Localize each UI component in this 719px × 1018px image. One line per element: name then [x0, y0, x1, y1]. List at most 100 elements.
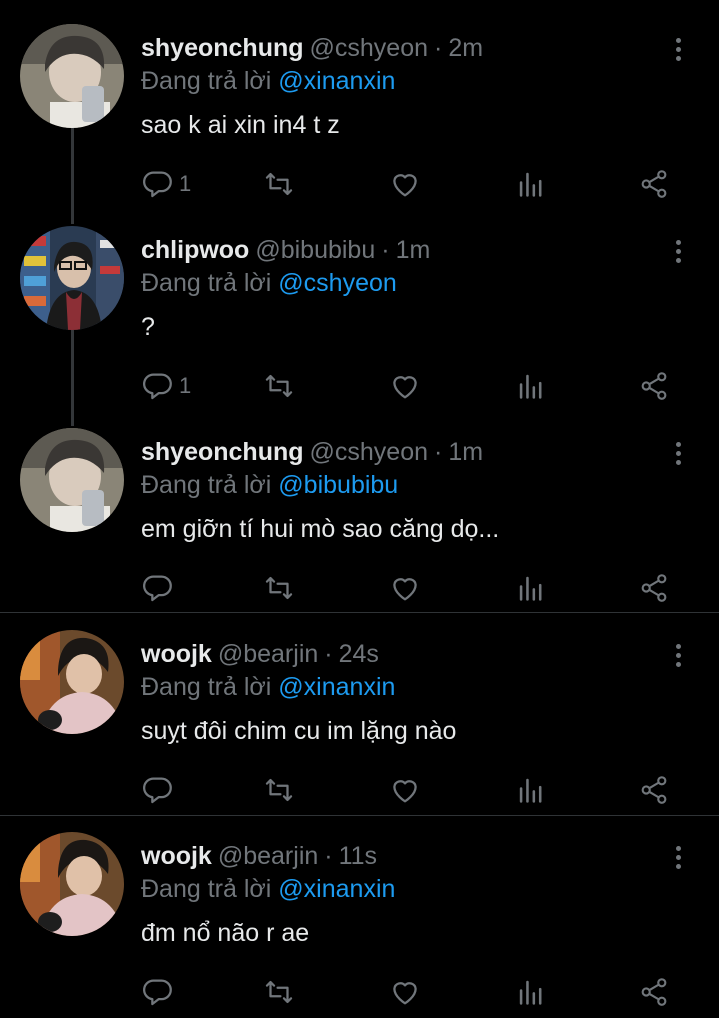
views-icon [519, 576, 542, 601]
avatar[interactable] [20, 630, 124, 734]
tweet[interactable]: shyeonchung @cshyeon · 2m Đang trả lời @… [0, 24, 719, 204]
tweet[interactable]: woojk @bearjin · 24s Đang trả lời @xinan… [0, 630, 719, 810]
views-button[interactable] [514, 568, 548, 608]
mention-link[interactable]: @xinanxin [278, 67, 395, 95]
separator-dot: · [324, 842, 333, 870]
avatar-image [20, 630, 124, 734]
more-vertical-icon[interactable] [668, 638, 688, 672]
username[interactable]: @cshyeon [310, 30, 429, 66]
share-button[interactable] [637, 770, 671, 810]
share-icon [641, 776, 667, 804]
timestamp[interactable]: 2m [448, 30, 483, 66]
share-button[interactable] [637, 972, 671, 1012]
like-button[interactable] [388, 568, 422, 608]
tweet-actions [0, 770, 719, 810]
display-name[interactable]: woojk [141, 838, 212, 874]
separator-dot: · [434, 34, 443, 62]
username[interactable]: @cshyeon [310, 434, 429, 470]
replying-to-label: Đang trả lời [141, 471, 272, 499]
more-vertical-icon[interactable] [668, 840, 688, 874]
avatar[interactable] [20, 832, 124, 936]
retweet-button[interactable] [262, 770, 296, 810]
tweet-actions: 1 [0, 366, 719, 406]
retweet-button[interactable] [262, 972, 296, 1012]
reply-timeline: shyeonchung @cshyeon · 2m Đang trả lời @… [0, 0, 719, 1018]
share-icon [641, 170, 667, 198]
share-icon [641, 978, 667, 1006]
timestamp[interactable]: 1m [396, 232, 431, 268]
views-icon [519, 374, 542, 399]
replying-to-label: Đang trả lời [141, 67, 272, 95]
tweet[interactable]: woojk @bearjin · 11s Đang trả lời @xinan… [0, 832, 719, 1012]
mention-link[interactable]: @bibubibu [278, 471, 398, 499]
retweet-button[interactable] [262, 366, 296, 406]
replying-to: Đang trả lời @xinanxin [141, 872, 395, 906]
retweet-icon [265, 374, 293, 398]
username[interactable]: @bearjin [218, 838, 318, 874]
tweet-actions: 1 [0, 164, 719, 204]
display-name[interactable]: chlipwoo [141, 232, 249, 268]
retweet-icon [265, 980, 293, 1004]
reply-icon [143, 777, 172, 804]
retweet-button[interactable] [262, 164, 296, 204]
like-button[interactable] [388, 770, 422, 810]
reply-button[interactable]: 1 [141, 366, 191, 406]
retweet-button[interactable] [262, 568, 296, 608]
more-vertical-icon[interactable] [668, 32, 688, 66]
display-name[interactable]: woojk [141, 636, 212, 672]
separator-dot: · [324, 640, 333, 668]
tweet-text: suỵt đôi chim cu im lặng nào [141, 717, 457, 745]
separator-dot: · [434, 438, 443, 466]
tweet-header: shyeonchung @cshyeon · 1m [141, 434, 483, 470]
tweet-actions [0, 972, 719, 1012]
separator-dot: · [381, 236, 390, 264]
timestamp[interactable]: 24s [339, 636, 379, 672]
more-vertical-icon[interactable] [668, 436, 688, 470]
views-button[interactable] [514, 770, 548, 810]
replying-to-label: Đang trả lời [141, 673, 272, 701]
share-button[interactable] [637, 366, 671, 406]
divider [0, 612, 719, 613]
reply-button[interactable]: 1 [141, 164, 191, 204]
like-button[interactable] [388, 972, 422, 1012]
retweet-icon [265, 778, 293, 802]
avatar-image [20, 226, 124, 330]
avatar[interactable] [20, 428, 124, 532]
tweet-header: woojk @bearjin · 11s [141, 838, 377, 874]
reply-button[interactable] [141, 972, 179, 1012]
replying-to: Đang trả lời @bibubibu [141, 468, 398, 502]
like-icon [393, 780, 417, 803]
tweet[interactable]: shyeonchung @cshyeon · 1m Đang trả lời @… [0, 428, 719, 608]
tweet-text: đm nổ não r ae [141, 919, 310, 947]
like-icon [393, 578, 417, 601]
timestamp[interactable]: 1m [448, 434, 483, 470]
avatar[interactable] [20, 226, 124, 330]
share-button[interactable] [637, 568, 671, 608]
share-icon [641, 372, 667, 400]
views-button[interactable] [514, 972, 548, 1012]
tweet-header: chlipwoo @bibubibu · 1m [141, 232, 430, 268]
reply-button[interactable] [141, 568, 179, 608]
views-button[interactable] [514, 366, 548, 406]
like-button[interactable] [388, 366, 422, 406]
share-button[interactable] [637, 164, 671, 204]
timestamp[interactable]: 11s [339, 838, 377, 874]
avatar[interactable] [20, 24, 124, 128]
like-icon [393, 376, 417, 399]
display-name[interactable]: shyeonchung [141, 434, 304, 470]
mention-link[interactable]: @xinanxin [278, 875, 395, 903]
mention-link[interactable]: @xinanxin [278, 673, 395, 701]
tweet-actions [0, 568, 719, 608]
like-icon [393, 982, 417, 1005]
tweet[interactable]: chlipwoo @bibubibu · 1m Đang trả lời @cs… [0, 226, 719, 406]
display-name[interactable]: shyeonchung [141, 30, 304, 66]
reply-icon [143, 373, 172, 400]
mention-link[interactable]: @cshyeon [278, 269, 397, 297]
tweet-text: sao k ai xin in4 t z [141, 111, 340, 139]
more-vertical-icon[interactable] [668, 234, 688, 268]
like-button[interactable] [388, 164, 422, 204]
username[interactable]: @bearjin [218, 636, 318, 672]
username[interactable]: @bibubibu [255, 232, 375, 268]
reply-button[interactable] [141, 770, 179, 810]
views-button[interactable] [514, 164, 548, 204]
